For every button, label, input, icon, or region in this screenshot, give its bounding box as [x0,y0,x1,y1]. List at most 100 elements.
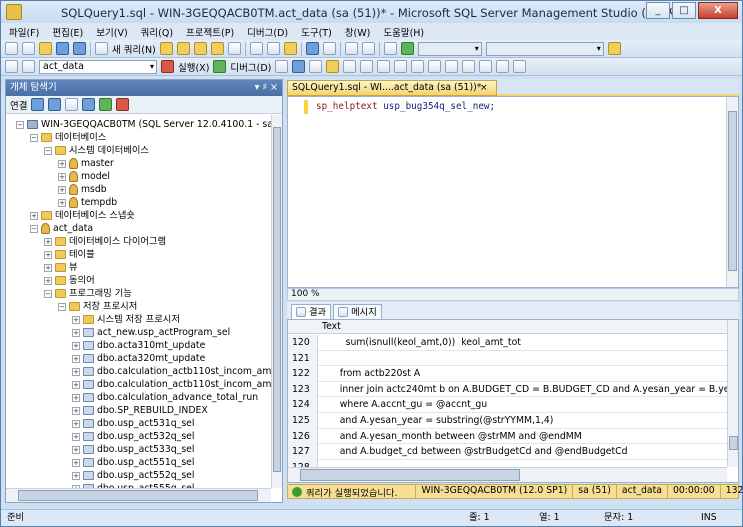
solution-config-combo[interactable] [417,41,482,56]
expand-collapse-icon[interactable]: + [72,393,80,402]
code-line[interactable]: sp_helptext usp_bug354q_sel_new; [316,101,495,112]
result-row[interactable]: 127 and A.budget_cd between @strBudgetCd… [288,444,728,460]
panel-pin-icon[interactable]: ▾ ♯ × [255,80,278,96]
expand-collapse-icon[interactable]: + [58,159,66,168]
column-header[interactable]: Text [288,320,728,334]
tree-node[interactable]: + dbo.usp_act552q_sel [72,469,194,482]
expand-collapse-icon[interactable]: + [72,341,80,350]
navigate-icon[interactable] [344,42,358,55]
uncomment-icon[interactable] [462,60,476,73]
execute-icon[interactable] [161,60,174,73]
tab-messages[interactable]: 메시지 [333,304,382,319]
debug-target-icon[interactable] [383,42,397,55]
menu-project[interactable]: 프로젝트(P) [186,25,234,39]
tree-node[interactable]: + act_new.usp_actProgram_sel [72,326,230,339]
expand-collapse-icon[interactable]: + [30,211,38,220]
menu-tools[interactable]: 도구(T) [301,25,332,39]
tree-node[interactable]: + 동의어 [44,274,95,287]
expand-collapse-icon[interactable]: + [58,185,66,194]
debug-icon[interactable] [213,60,227,73]
menu-edit[interactable]: 편집(E) [52,25,83,39]
expand-collapse-icon[interactable]: − [58,302,66,311]
execute-button[interactable]: 실행(X) [178,60,209,74]
zoom-combo[interactable]: 100 % [291,289,320,299]
expand-collapse-icon[interactable]: + [72,406,80,415]
tree-node[interactable]: − 저장 프로시저 [58,300,137,313]
expand-collapse-icon[interactable]: + [72,328,80,337]
increase-indent-icon[interactable] [496,60,510,73]
connect-dropdown[interactable]: 연결 [10,98,27,112]
expand-collapse-icon[interactable]: + [44,263,52,272]
expand-collapse-icon[interactable]: − [44,146,52,155]
tree-node[interactable]: + model [58,170,110,183]
result-row[interactable]: 123 inner join actc240mt b on A.BUDGET_C… [288,381,738,398]
scroll-thumb[interactable] [300,469,520,481]
new-project-icon[interactable] [5,42,18,55]
expand-collapse-icon[interactable]: + [72,419,80,428]
save-all-icon[interactable] [73,42,86,55]
tree-node[interactable]: − WIN-3GEQQACB0TM (SQL Server 12.0.4100.1… [16,118,272,131]
tree-node[interactable]: + master [58,157,114,170]
dmx-query-icon[interactable] [210,42,224,55]
result-row[interactable]: 124 where A.accnt_gu = @accnt_gu [288,397,728,413]
tab-results[interactable]: 결과 [291,304,332,319]
expand-collapse-icon[interactable]: − [44,289,52,298]
save-icon[interactable] [56,42,69,55]
result-row[interactable]: 122 from actb220st A [288,366,728,382]
new-query-button[interactable]: 새 쿼리(N) [112,42,156,56]
menu-window[interactable]: 창(W) [345,25,371,39]
tree-node[interactable]: + dbo.acta310mt_update [72,339,205,352]
results-to-grid-icon[interactable] [411,60,425,73]
expand-collapse-icon[interactable]: + [72,432,80,441]
specify-template-values-icon[interactable] [513,60,527,73]
tree-vertical-scrollbar[interactable] [271,115,282,488]
tree-node[interactable]: + dbo.SP_REBUILD_INDEX [72,404,208,417]
comment-icon[interactable] [445,60,459,73]
activity-monitor-icon[interactable] [116,98,130,111]
expand-collapse-icon[interactable]: + [72,367,80,376]
include-actual-plan-icon[interactable] [360,60,374,73]
editor-vertical-scrollbar[interactable] [726,97,738,287]
toolbox-icon[interactable] [607,42,621,55]
result-row[interactable]: 125 and A.yesan_year = substring(@strYYM… [288,413,728,429]
decrease-indent-icon[interactable] [479,60,493,73]
tree-node[interactable]: + 데이터베이스 스냅숏 [30,209,135,222]
expand-collapse-icon[interactable]: + [44,276,52,285]
expand-collapse-icon[interactable]: + [72,315,80,324]
disconnect-icon[interactable] [48,98,62,111]
scroll-thumb[interactable] [18,490,258,501]
expand-collapse-icon[interactable]: + [58,172,66,181]
client-statistics-icon[interactable] [377,60,391,73]
result-row[interactable]: 121 [288,350,728,367]
results-vertical-scrollbar[interactable] [727,320,738,467]
connect-icon[interactable] [5,60,18,73]
tab-close-icon[interactable]: × [480,81,488,95]
refresh-icon[interactable] [99,98,113,111]
close-button[interactable]: X [698,2,738,19]
tree-node[interactable]: + dbo.calculation_actb110st_incom_amt_C [72,378,272,391]
expand-collapse-icon[interactable]: + [72,471,80,480]
tab-sqlquery1[interactable]: SQLQuery1.sql - WI....act_data (sa (51))… [287,80,497,96]
expand-collapse-icon[interactable]: + [44,250,52,259]
tree-node[interactable]: + dbo.usp_act532q_sel [72,430,194,443]
menu-help[interactable]: 도움말(H) [383,25,424,39]
tree-node[interactable]: + 뷰 [44,261,78,274]
copy-icon[interactable] [266,42,280,55]
change-connection-icon[interactable] [22,60,35,73]
database-engine-query-icon[interactable] [159,42,173,55]
tree-node[interactable]: + dbo.usp_act533q_sel [72,443,194,456]
menu-query[interactable]: 쿼리(Q) [141,25,173,39]
parse-icon[interactable] [292,60,306,73]
solution-explorer-icon[interactable] [361,42,375,55]
tree-node[interactable]: + msdb [58,183,107,196]
expand-collapse-icon[interactable]: + [72,458,80,467]
tree-node[interactable]: + 데이터베이스 다이어그램 [44,235,166,248]
expand-collapse-icon[interactable]: + [44,237,52,246]
tree-node[interactable]: + dbo.calculation_actb110st_incom_amt [72,365,272,378]
expand-collapse-icon[interactable]: + [72,445,80,454]
expand-collapse-icon[interactable]: + [72,354,80,363]
cancel-query-icon[interactable] [275,60,289,73]
tree-node[interactable]: + dbo.calculation_advance_total_run [72,391,258,404]
query-designer-icon[interactable] [326,60,340,73]
cut-icon[interactable] [249,42,263,55]
